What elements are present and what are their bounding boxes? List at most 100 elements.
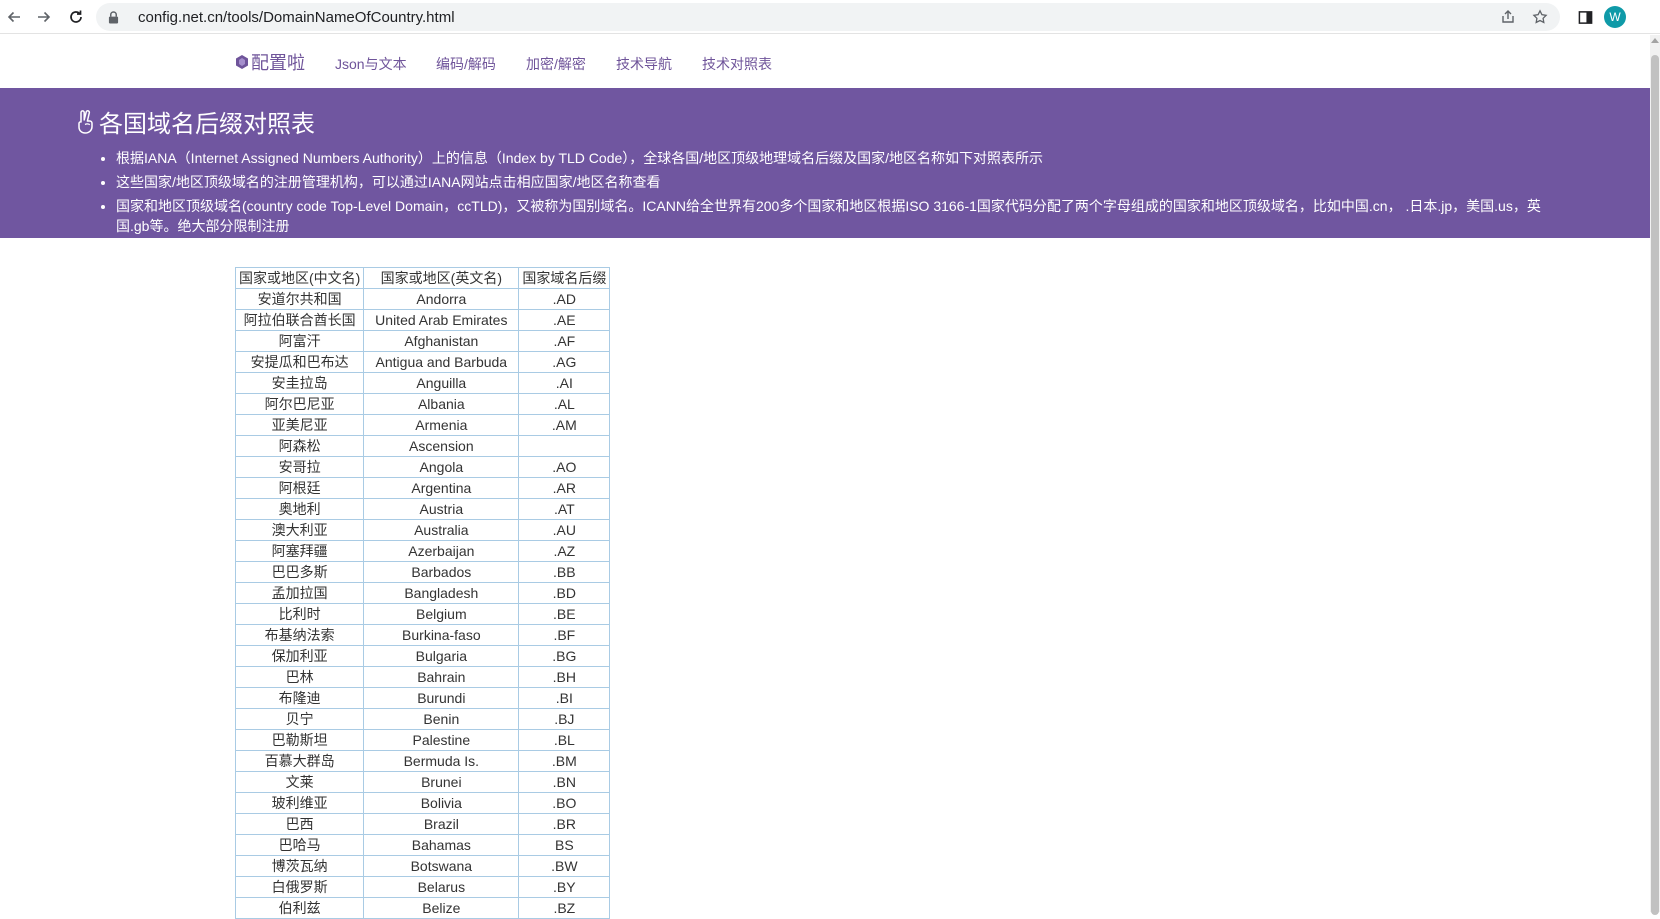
table-row: 文莱Brunei.BN: [236, 772, 610, 793]
url-text[interactable]: config.net.cn/tools/DomainNameOfCountry.…: [138, 9, 455, 26]
lock-icon[interactable]: [108, 10, 120, 24]
page-title-text: 各国域名后缀对照表: [99, 104, 315, 139]
cell-tld: .AL: [519, 394, 610, 415]
table-row: 安道尔共和国Andorra.AD: [236, 289, 610, 310]
table-row: 阿塞拜疆Azerbaijan.AZ: [236, 541, 610, 562]
cell-country-cn: 阿根廷: [236, 478, 364, 499]
hero-banner: 各国域名后缀对照表 根据IANA（Internet Assigned Numbe…: [0, 88, 1650, 238]
cell-tld: .BG: [519, 646, 610, 667]
cell-country-cn: 博茨瓦纳: [236, 856, 364, 877]
nav-tech-navigation[interactable]: 技术导航: [616, 54, 672, 74]
cell-country-cn: 澳大利亚: [236, 520, 364, 541]
intro-item: 国家和地区顶级域名(country code Top-Level Domain，…: [116, 196, 1548, 236]
cell-country-en: Afghanistan: [364, 331, 519, 352]
table-row: 巴巴多斯Barbados.BB: [236, 562, 610, 583]
cell-country-en: Bangladesh: [364, 583, 519, 604]
cell-country-en: Argentina: [364, 478, 519, 499]
table-row: 安圭拉岛Anguilla.AI: [236, 373, 610, 394]
table-row: 阿尔巴尼亚Albania.AL: [236, 394, 610, 415]
cell-country-cn: 布隆迪: [236, 688, 364, 709]
table-row: 玻利维亚Bolivia.BO: [236, 793, 610, 814]
cell-tld: .BY: [519, 877, 610, 898]
cell-country-cn: 奥地利: [236, 499, 364, 520]
address-bar[interactable]: config.net.cn/tools/DomainNameOfCountry.…: [96, 3, 1560, 31]
cell-country-cn: 玻利维亚: [236, 793, 364, 814]
intro-list: 根据IANA（Internet Assigned Numbers Authori…: [98, 148, 1548, 236]
reload-icon[interactable]: [64, 5, 88, 29]
cell-tld: .AE: [519, 310, 610, 331]
header-tld: 国家域名后缀: [519, 268, 610, 289]
table-row: 白俄罗斯Belarus.BY: [236, 877, 610, 898]
cell-country-en: Andorra: [364, 289, 519, 310]
table-row: 巴勒斯坦Palestine.BL: [236, 730, 610, 751]
back-arrow-icon[interactable]: [2, 5, 26, 29]
table-row: 保加利亚Bulgaria.BG: [236, 646, 610, 667]
site-logo[interactable]: 配置啦: [234, 49, 305, 75]
table-row: 奥地利Austria.AT: [236, 499, 610, 520]
header-en: 国家或地区(英文名): [364, 268, 519, 289]
cell-tld: .AT: [519, 499, 610, 520]
table-row: 巴西Brazil.BR: [236, 814, 610, 835]
table-row: 巴林Bahrain.BH: [236, 667, 610, 688]
table-row: 安提瓜和巴布达Antigua and Barbuda.AG: [236, 352, 610, 373]
nav-json-text[interactable]: Json与文本: [335, 54, 407, 74]
cell-country-en: United Arab Emirates: [364, 310, 519, 331]
cell-tld: .BL: [519, 730, 610, 751]
cell-country-en: Burkina-faso: [364, 625, 519, 646]
cell-country-cn: 白俄罗斯: [236, 877, 364, 898]
table-row: 布基纳法索Burkina-faso.BF: [236, 625, 610, 646]
cell-country-en: Bulgaria: [364, 646, 519, 667]
cell-country-cn: 巴勒斯坦: [236, 730, 364, 751]
cell-tld: .AO: [519, 457, 610, 478]
table-row: 百慕大群岛Bermuda Is..BM: [236, 751, 610, 772]
cell-tld: .BJ: [519, 709, 610, 730]
cell-country-cn: 阿富汗: [236, 331, 364, 352]
nav-encrypt-decrypt[interactable]: 加密/解密: [526, 54, 586, 74]
intro-item: 根据IANA（Internet Assigned Numbers Authori…: [116, 148, 1548, 168]
table-header-row: 国家或地区(中文名) 国家或地区(英文名) 国家域名后缀: [236, 268, 610, 289]
brand-name: 配置啦: [251, 49, 305, 75]
cell-country-cn: 阿尔巴尼亚: [236, 394, 364, 415]
cell-country-cn: 阿塞拜疆: [236, 541, 364, 562]
cell-tld: .BE: [519, 604, 610, 625]
cell-country-en: Angola: [364, 457, 519, 478]
cell-tld: .BW: [519, 856, 610, 877]
page-scrollbar[interactable]: [1650, 35, 1660, 912]
forward-arrow-icon[interactable]: [32, 5, 56, 29]
cell-country-en: Albania: [364, 394, 519, 415]
cell-country-cn: 安提瓜和巴布达: [236, 352, 364, 373]
cell-tld: .AG: [519, 352, 610, 373]
table-row: 比利时Belgium.BE: [236, 604, 610, 625]
nav-tech-reference[interactable]: 技术对照表: [702, 54, 772, 74]
cell-country-cn: 亚美尼亚: [236, 415, 364, 436]
cell-country-en: Botswana: [364, 856, 519, 877]
browser-toolbar: config.net.cn/tools/DomainNameOfCountry.…: [0, 0, 1660, 34]
cell-country-en: Bolivia: [364, 793, 519, 814]
profile-avatar[interactable]: W: [1604, 6, 1626, 28]
cell-country-cn: 文莱: [236, 772, 364, 793]
cell-tld: .AR: [519, 478, 610, 499]
site-header: 配置啦 Json与文本 编码/解码 加密/解密 技术导航 技术对照表: [0, 35, 1650, 88]
cell-country-cn: 百慕大群岛: [236, 751, 364, 772]
cell-tld: .AI: [519, 373, 610, 394]
cell-country-cn: 安哥拉: [236, 457, 364, 478]
side-panel-icon[interactable]: [1573, 5, 1597, 29]
table-row: 伯利兹Belize.BZ: [236, 898, 610, 919]
cell-country-cn: 孟加拉国: [236, 583, 364, 604]
table-row: 孟加拉国Bangladesh.BD: [236, 583, 610, 604]
scrollbar-thumb[interactable]: [1651, 55, 1659, 915]
cell-country-en: Azerbaijan: [364, 541, 519, 562]
page-title: 各国域名后缀对照表: [74, 104, 315, 139]
nav-encode-decode[interactable]: 编码/解码: [436, 54, 496, 74]
cell-country-cn: 巴哈马: [236, 835, 364, 856]
share-icon[interactable]: [1496, 5, 1520, 29]
bookmark-star-icon[interactable]: [1528, 5, 1552, 29]
cell-country-en: Belize: [364, 898, 519, 919]
table-row: 布隆迪Burundi.BI: [236, 688, 610, 709]
cell-country-en: Palestine: [364, 730, 519, 751]
table-row: 巴哈马BahamasBS: [236, 835, 610, 856]
cell-tld: .BI: [519, 688, 610, 709]
cell-tld: .AD: [519, 289, 610, 310]
scroll-up-arrow-icon[interactable]: [1651, 38, 1659, 43]
cell-country-en: Bahrain: [364, 667, 519, 688]
